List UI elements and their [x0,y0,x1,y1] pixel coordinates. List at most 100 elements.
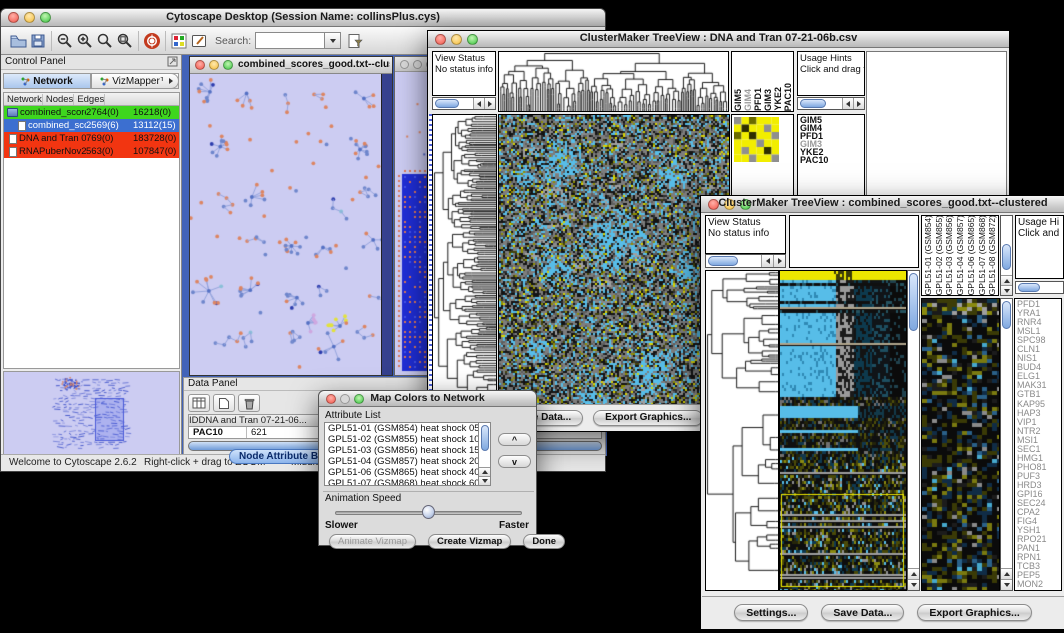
move-down-button[interactable]: v [498,455,531,468]
column-header[interactable]: ID [189,415,199,426]
tv1-selected-matrix-canvas[interactable] [734,117,779,162]
tab[interactable]: Network [3,73,91,89]
column-label[interactable]: GIM3 [763,89,773,111]
scrollbar-thumb[interactable] [1002,244,1011,270]
column-header[interactable]: Edges [74,94,105,105]
column-label[interactable]: GPL51-08 (GSM872) [987,215,998,295]
tv2-summary-heatmap[interactable] [921,298,1000,591]
close-button[interactable] [195,60,205,70]
minimize-button[interactable] [413,60,422,69]
tv2-hints-scrollbar[interactable] [1015,281,1064,294]
column-label[interactable]: GPL51-04 (GSM857) [955,215,966,295]
scrollbar-thumb[interactable] [909,273,918,331]
scroll-left-button[interactable] [761,255,773,267]
gene-label[interactable]: MON2 [1017,580,1061,589]
open-file-icon[interactable] [8,31,28,51]
column-label[interactable]: GPL51-02 (GSM855) [934,215,945,295]
tab-overflow-arrow[interactable] [163,73,179,89]
scroll-down-button[interactable] [908,579,919,590]
column-header[interactable]: Nodes [43,94,74,105]
attribute-list-scrollbar[interactable] [478,423,490,485]
new-attribute-icon[interactable] [213,394,235,412]
zoom-out-icon[interactable] [55,31,75,51]
attribute-list-item[interactable]: GPL51-02 (GSM855) heat shock 10 min [325,434,478,445]
tv1-column-dendrogram-canvas[interactable] [499,52,728,111]
scrollbar-thumb[interactable] [1018,283,1040,292]
network-view-scrollbar[interactable] [381,74,392,375]
scrollbar-thumb[interactable] [708,256,738,266]
vizmapper-icon[interactable] [169,31,189,51]
column-label[interactable]: GIM5 [733,89,743,111]
gene-label[interactable]: PAC10 [800,156,864,164]
attribute-list-item[interactable]: GPL51-01 (GSM854) heat shock 05 min [325,423,478,434]
treeview-action-button[interactable]: Settings... [734,604,808,621]
tv1-row-dendrogram-canvas[interactable] [433,115,496,405]
network-view-canvas[interactable] [190,74,381,375]
tv2-labels-scrollbar[interactable] [1000,215,1013,296]
column-label[interactable]: GIM4 [743,89,753,111]
tv1-hints-scrollbar[interactable] [797,97,865,110]
dialog-button[interactable]: Create Vizmap [428,534,511,549]
zoom-in-icon[interactable] [75,31,95,51]
tv1-row-dendrogram[interactable] [432,114,497,406]
attribute-table-icon[interactable] [188,394,210,412]
scroll-up-button[interactable] [1001,568,1012,579]
search-input[interactable] [255,32,325,49]
dialog-button[interactable]: Animate Vizmap [329,534,416,549]
tv2-column-dendrogram[interactable] [789,215,919,268]
help-ring-icon[interactable] [142,31,162,51]
scroll-right-button[interactable] [484,98,495,109]
move-up-button[interactable]: ^ [498,433,531,446]
treeview-action-button[interactable]: Export Graphics... [593,410,703,426]
scroll-up-button[interactable] [908,568,919,579]
scroll-down-button[interactable] [1001,285,1012,295]
advanced-search-icon[interactable] [345,31,365,51]
column-label[interactable]: GPL51-07 (GSM868) [977,215,988,295]
treeview-action-button[interactable]: Save Data... [821,604,904,621]
tv2-status-scrollbar[interactable] [705,254,786,268]
column-label[interactable]: GPL51-06 (GSM865) [966,215,977,295]
minimize-button[interactable] [209,60,219,70]
treeview-action-button[interactable]: Export Graphics... [917,604,1031,621]
attribute-list-item[interactable]: GPL51-06 (GSM865) heat shock 40 min [325,467,478,478]
scrollbar-thumb[interactable] [435,99,459,108]
attribute-list-item[interactable]: GPL51-03 (GSM856) heat shock 15 min [325,445,478,456]
tv1-heatmap[interactable] [498,114,730,406]
tv1-status-scrollbar[interactable] [432,97,496,110]
scroll-left-button[interactable] [842,98,853,109]
zoom-window-button[interactable] [223,60,233,70]
attribute-list-item[interactable]: GPL51-07 (GSM868) heat shock 60 min [325,478,478,485]
attribute-list-item[interactable]: GPL51-04 (GSM857) heat shock 20 min [325,456,478,467]
network-list-row[interactable]: combined_scores_ 2764(0) 16218(0) [4,106,179,119]
network-list-row[interactable]: RNAPuberNov2+ 563(0) 107847(0) [4,145,179,158]
scrollbar-thumb[interactable] [481,425,489,451]
column-label[interactable]: GPL51-03 (GSM856) [944,215,955,295]
scroll-left-button[interactable] [473,98,484,109]
column-header[interactable]: DNA and Tran 07-21-06... [199,415,307,426]
scroll-right-button[interactable] [773,255,785,267]
tv1-heatmap-canvas[interactable] [499,115,729,405]
zoom-selected-icon[interactable] [115,31,135,51]
tv2-row-dendrogram-canvas[interactable] [706,271,778,590]
scroll-down-button[interactable] [479,476,490,485]
column-label[interactable]: GPL51-01 (GSM854) [923,215,934,295]
scroll-right-button[interactable] [853,98,864,109]
column-label[interactable]: YKE2 [773,87,783,111]
column-header[interactable]: Network [4,94,43,105]
network-list-row[interactable]: DNA and Tran 07 769(0) 183728(0) [4,132,179,145]
dialog-button[interactable]: Done [523,534,565,549]
delete-attribute-icon[interactable] [238,394,260,412]
tv2-summary-heatmap-canvas[interactable] [922,299,999,590]
float-panel-icon[interactable] [167,56,178,70]
scroll-up-button[interactable] [479,467,490,476]
scrollbar-thumb[interactable] [1002,301,1011,329]
scroll-up-button[interactable] [1001,275,1012,285]
zoom-fit-icon[interactable] [95,31,115,51]
annotation-icon[interactable] [189,31,209,51]
tv2-heatmap[interactable] [779,270,907,591]
column-label[interactable]: PAC10 [783,83,793,111]
close-button[interactable] [400,60,409,69]
animation-speed-slider-thumb[interactable] [422,505,435,519]
tv2-heatmap-canvas[interactable] [780,271,906,590]
network-list-row[interactable]: combined_sco 2569(6) 13112(15) [4,119,179,132]
